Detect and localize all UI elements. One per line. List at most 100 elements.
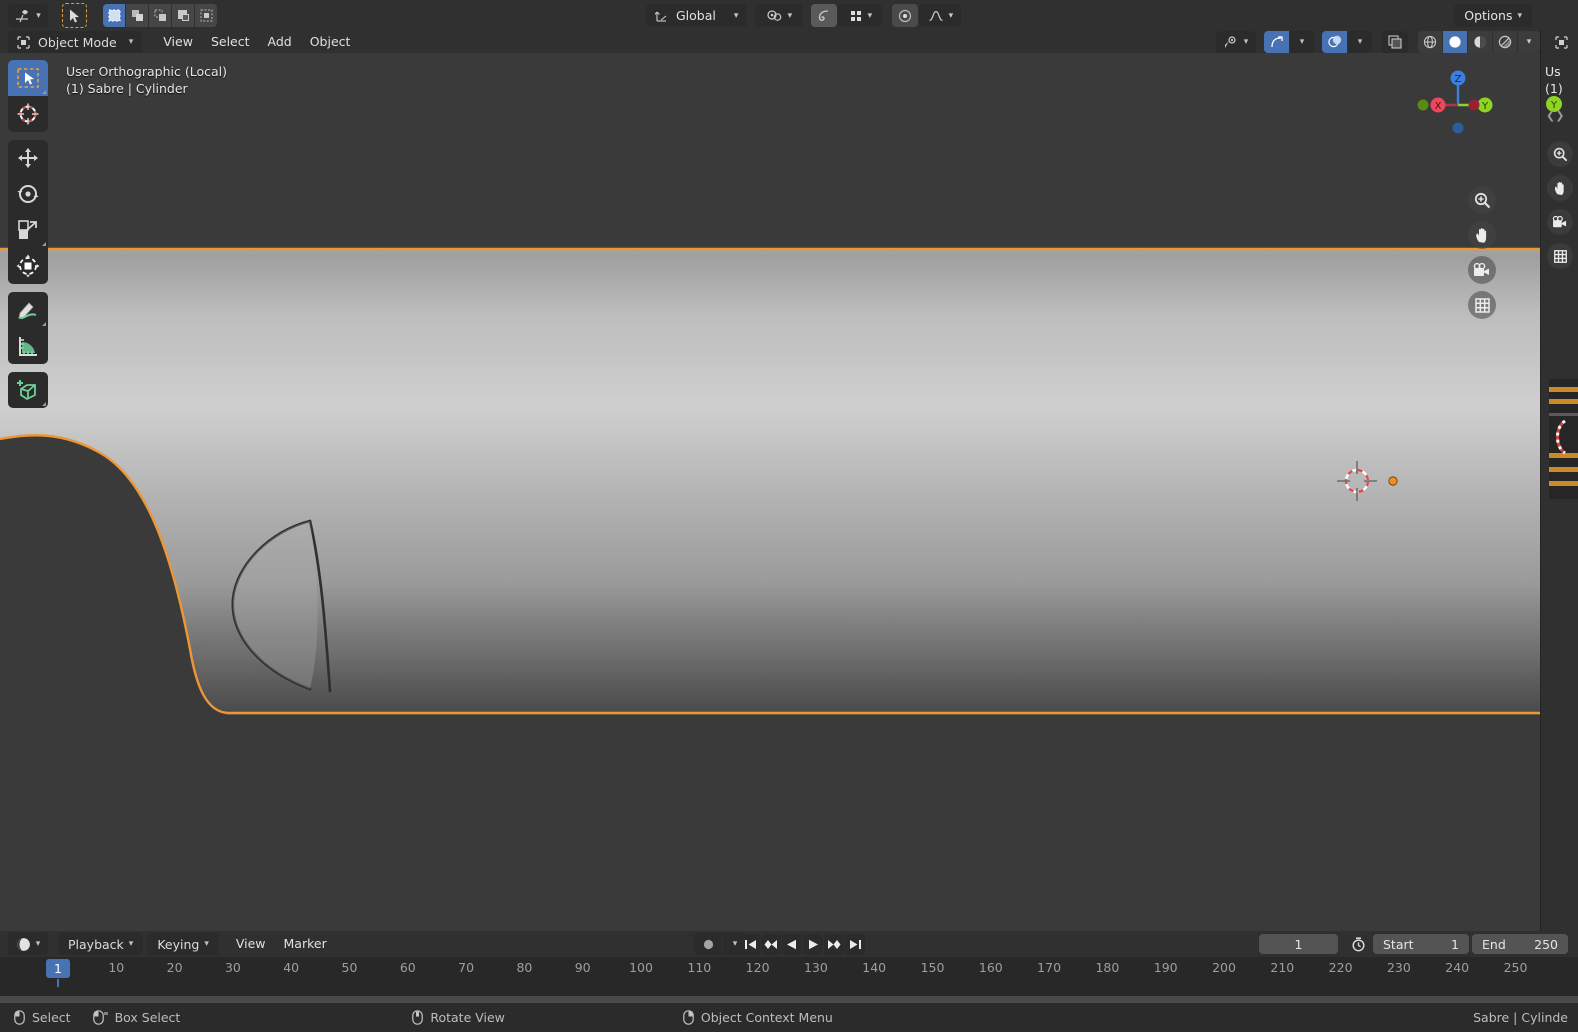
timeline-editor: ▾ Playback ▾ Keying ▾ View Marker ▾ 1 St… [0,931,1578,1013]
snapping-dropdown[interactable]: ▾ [755,4,804,27]
annotate-icon [18,302,37,319]
proportional-edit-toggle[interactable] [811,4,838,27]
ruler-tick: 130 [803,960,828,975]
tool-cursor[interactable] [8,96,48,132]
active-tool-button[interactable] [62,3,87,28]
timeline-editor-type-button[interactable]: ▾ [8,933,48,955]
select-mode-new[interactable] [103,4,125,27]
tool-settings-bar: ▾ Global ▾ ▾ ▾ ▾ Options ▾ [0,0,1578,31]
preview-range-toggle[interactable] [1345,933,1371,955]
side-editor-content-preview [1549,379,1578,499]
jump-to-start-button[interactable] [740,933,760,955]
menu-select[interactable]: Select [202,31,259,53]
xray-toggle[interactable] [1382,31,1408,53]
tool-annotate[interactable] [8,292,48,328]
proportional-falloff-toggle[interactable] [892,4,919,27]
view-label: User Orthographic (Local) [66,64,227,79]
timeline-menu-marker[interactable]: Marker [275,933,336,955]
tool-measure[interactable] [8,328,48,364]
overlays-dropdown[interactable]: ▾ [1348,31,1372,53]
gizmo-axis-y-neg[interactable] [1417,99,1429,111]
select-box-icon [17,68,39,88]
tool-transform[interactable] [8,248,48,284]
orthographic-toggle-button[interactable] [1468,291,1496,319]
next-keyframe-button[interactable] [824,933,844,955]
current-frame-field[interactable]: 1 [1259,934,1338,954]
options-dropdown[interactable]: Options ▾ [1454,4,1532,27]
mode-label: Object Mode [38,34,117,50]
chevron-down-icon: ▾ [732,939,738,949]
editor-type-button[interactable]: ▾ [8,4,48,27]
side-camera-button[interactable] [1547,209,1573,235]
play-reverse-button[interactable] [782,933,802,955]
overlays-toggle[interactable] [1322,31,1347,53]
chevron-down-icon: ▾ [128,939,134,949]
mode-dropdown[interactable]: Object Mode ▾ [8,31,143,53]
select-mode-subtract[interactable] [149,4,171,27]
chevron-down-icon: ▾ [733,10,739,21]
gizmo-dropdown[interactable]: ▾ [1290,31,1314,53]
snap-target-dropdown[interactable]: ▾ [838,4,883,27]
ruler-tick: 60 [399,960,416,975]
navigation-gizmo[interactable]: X Z Y [1416,63,1500,147]
gizmo-label-z: Z [1455,74,1462,85]
transform-orientation-dropdown[interactable]: Global ▾ [646,4,748,27]
shading-rendered[interactable] [1493,31,1517,53]
tool-select-box[interactable] [8,60,48,96]
ruler-tick: 160 [978,960,1003,975]
falloff-dropdown[interactable]: ▾ [919,4,962,27]
chevron-down-icon: ▾ [36,10,41,21]
shading-material-preview[interactable] [1468,31,1492,53]
ruler-tick: 190 [1153,960,1178,975]
zoom-button[interactable] [1468,186,1496,214]
shading-wireframe[interactable] [1418,31,1442,53]
side-editor-info: Us (1) [1545,63,1563,97]
gizmo-axis-x-neg[interactable] [1468,99,1480,111]
select-mode-invert[interactable] [172,4,194,27]
tool-move[interactable] [8,140,48,176]
play-reverse-icon [787,939,796,949]
menu-object[interactable]: Object [301,31,360,53]
transform-orientation-value: Global [676,8,716,23]
object-visibility-dropdown[interactable]: ▾ [1216,31,1256,53]
gizmo-toggle[interactable] [1264,31,1289,53]
tool-add-cube[interactable] [8,372,48,408]
pan-button[interactable] [1468,221,1496,249]
ruler-tick: 200 [1212,960,1236,975]
gizmo-axis-z-neg[interactable] [1452,122,1464,134]
playback-dropdown[interactable]: Playback ▾ [58,933,144,955]
auto-keying-toggle[interactable] [694,933,722,955]
auto-keying-icon [703,939,713,949]
3d-viewport[interactable]: User Orthographic (Local) (1) Sabre | Cy… [0,53,1540,931]
tool-scale[interactable] [8,212,48,248]
end-frame-field[interactable]: End 250 [1472,934,1568,954]
playhead-label[interactable]: 1 [46,959,70,978]
start-frame-field[interactable]: Start 1 [1373,934,1469,954]
timeline-menu-view[interactable]: View [227,933,275,955]
previous-keyframe-button[interactable] [761,933,781,955]
tool-rotate[interactable] [8,176,48,212]
shading-solid[interactable] [1443,31,1467,53]
playback-label: Playback [68,936,124,952]
keying-dropdown[interactable]: Keying ▾ [147,933,219,955]
side-pan-button[interactable] [1547,175,1573,201]
viewport-render [0,53,1540,931]
object-mode-icon [17,35,30,49]
jump-to-end-button[interactable] [845,933,865,955]
menu-add[interactable]: Add [259,31,301,53]
status-bar: Select Box Select Rotate View Object Con… [0,1003,1578,1032]
side-editor-strip[interactable]: Us (1) Y ❮❯ [1540,31,1578,931]
timeline-ruler[interactable]: 1 10 20 30 40 50 60 70 80 90 100 110 120 130 140 150 160… [0,957,1578,1013]
play-button[interactable] [803,933,823,955]
side-zoom-button[interactable] [1547,141,1573,167]
shading-dropdown[interactable]: ▾ [1518,31,1540,53]
menu-view[interactable]: View [154,31,202,53]
rotate-icon [17,185,39,203]
camera-button[interactable] [1468,256,1496,284]
side-editor-mode-button[interactable] [1543,31,1578,53]
select-mode-extend[interactable] [126,4,148,27]
region-toggle-icon[interactable]: ❮❯ [1546,109,1564,122]
side-orthographic-button[interactable] [1547,243,1573,269]
ruler-tick: 240 [1445,960,1470,975]
select-mode-intersect[interactable] [195,4,217,27]
